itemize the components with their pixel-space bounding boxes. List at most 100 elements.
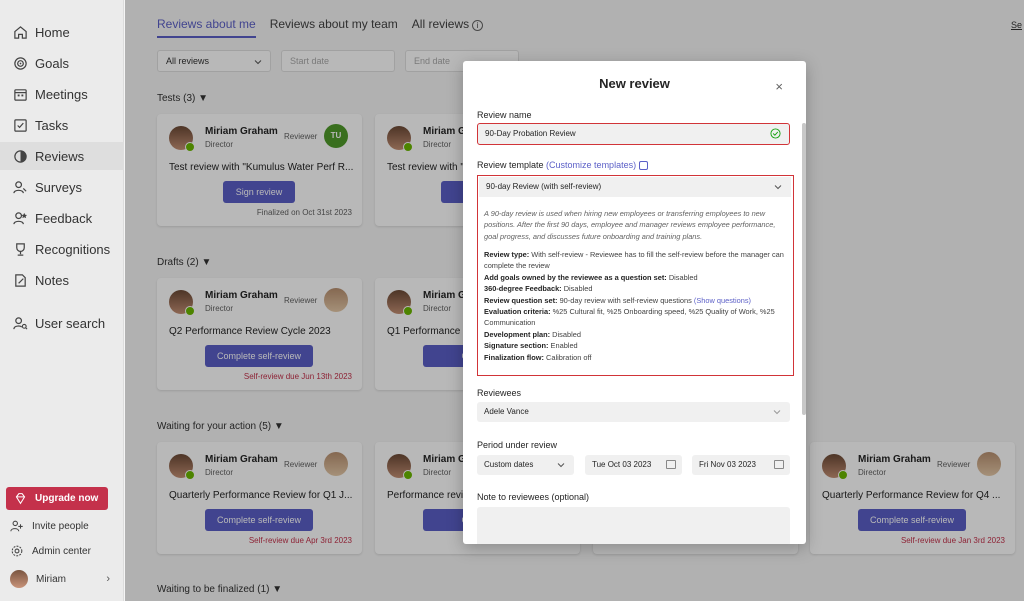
chevron-down-icon bbox=[774, 185, 782, 190]
invite-label: Invite people bbox=[32, 520, 89, 532]
review-name-value: 90-Day Probation Review bbox=[485, 129, 576, 138]
sidebar-item-label: Tasks bbox=[35, 117, 69, 133]
sidebar-item-goals[interactable]: Goals bbox=[0, 49, 124, 77]
sidebar-item-label: Home bbox=[35, 24, 70, 40]
detail-key: Finalization flow: bbox=[484, 353, 544, 362]
sidebar-item-label: Reviews bbox=[35, 148, 85, 164]
chevron-down-icon bbox=[557, 463, 565, 468]
sidebar-item-notes[interactable]: Notes bbox=[0, 266, 124, 294]
period-label: Period under review bbox=[477, 440, 558, 450]
end-date-picker[interactable]: Fri Nov 03 2023 bbox=[692, 455, 790, 475]
sidebar-item-label: Feedback bbox=[35, 210, 93, 226]
close-icon[interactable]: × bbox=[775, 79, 783, 94]
dev-plan-row: Development plan: Disabled bbox=[484, 329, 786, 340]
detail-value: Disabled bbox=[550, 330, 581, 339]
sidebar-item-feedback[interactable]: Feedback bbox=[0, 204, 124, 232]
checkmark-circle-icon bbox=[770, 128, 781, 139]
detail-value: Disabled bbox=[561, 284, 593, 293]
review-name-input[interactable]: 90-Day Probation Review bbox=[477, 123, 790, 145]
gear-icon bbox=[11, 545, 23, 557]
invite-people-button[interactable]: Invite people bbox=[10, 519, 89, 533]
sidebar-item-tasks[interactable]: Tasks bbox=[0, 111, 124, 139]
detail-value: Calibration off bbox=[543, 353, 592, 362]
detail-key: Review question set: bbox=[484, 296, 558, 305]
user-menu[interactable]: Miriam › bbox=[10, 570, 114, 588]
upgrade-button[interactable]: Upgrade now bbox=[6, 487, 108, 510]
detail-value: 90-day review with self-review questions bbox=[557, 296, 694, 305]
home-icon bbox=[12, 24, 28, 40]
new-review-dialog: New review × Review name 90-Day Probatio… bbox=[463, 61, 806, 544]
signature-row: Signature section: Enabled bbox=[484, 340, 786, 351]
question-set-row: Review question set: 90-day review with … bbox=[484, 295, 786, 306]
sidebar-item-user-search[interactable]: User search bbox=[0, 309, 124, 337]
sidebar-item-label: Recognitions bbox=[35, 241, 111, 257]
sidebar-item-label: Goals bbox=[35, 55, 69, 71]
reviewee-value: Adele Vance bbox=[484, 407, 529, 416]
template-dropdown[interactable]: 90-day Review (with self-review) bbox=[479, 177, 791, 197]
period-type-value: Custom dates bbox=[484, 460, 534, 469]
detail-key: Add goals owned by the reviewee as a que… bbox=[484, 273, 667, 282]
calendar-icon bbox=[12, 86, 28, 102]
detail-key: 360-degree Feedback: bbox=[484, 284, 562, 293]
detail-value: With self-review - Reviewee has to fill … bbox=[484, 250, 784, 271]
sidebar-item-label: Meetings bbox=[35, 86, 88, 102]
admin-center-button[interactable]: Admin center bbox=[10, 544, 91, 558]
end-date-value: Fri Nov 03 2023 bbox=[699, 460, 756, 469]
detail-value: Disabled bbox=[666, 273, 698, 282]
checkbox-icon bbox=[12, 117, 28, 133]
finalization-row: Finalization flow: Calibration off bbox=[484, 352, 786, 363]
chevron-down-icon bbox=[773, 410, 781, 415]
sidebar-item-label: Notes bbox=[35, 272, 69, 288]
diamond-icon bbox=[15, 493, 26, 505]
start-date-value: Tue Oct 03 2023 bbox=[592, 460, 652, 469]
sidebar-item-reviews[interactable]: Reviews bbox=[0, 142, 124, 170]
sidebar-item-recognitions[interactable]: Recognitions bbox=[0, 235, 124, 263]
upgrade-label: Upgrade now bbox=[35, 493, 99, 504]
feedback-icon bbox=[12, 210, 28, 226]
feedback-row: 360-degree Feedback: Disabled bbox=[484, 283, 786, 294]
sidebar: Home Goals Meetings Tasks Reviews Survey… bbox=[0, 0, 124, 601]
dialog-title: New review bbox=[599, 76, 670, 91]
reviews-icon bbox=[12, 148, 28, 164]
avatar bbox=[10, 570, 28, 588]
sidebar-item-label: User search bbox=[35, 315, 106, 331]
sidebar-item-home[interactable]: Home bbox=[0, 18, 124, 46]
review-type-row: Review type: With self-review - Reviewee… bbox=[484, 249, 786, 272]
criteria-row: Evaluation criteria: %25 Cultural fit, %… bbox=[484, 306, 786, 329]
calendar-icon bbox=[774, 460, 784, 469]
detail-key: Evaluation criteria: bbox=[484, 307, 551, 316]
notes-icon bbox=[12, 272, 28, 288]
start-date-picker[interactable]: Tue Oct 03 2023 bbox=[585, 455, 682, 475]
invite-icon bbox=[10, 520, 23, 532]
trophy-icon bbox=[12, 241, 28, 257]
reviewees-label: Reviewees bbox=[477, 388, 522, 398]
review-name-label: Review name bbox=[477, 110, 532, 120]
template-description: A 90-day review is used when hiring new … bbox=[484, 209, 776, 241]
detail-key: Signature section: bbox=[484, 341, 549, 350]
show-questions-link[interactable]: (Show questions) bbox=[694, 296, 751, 305]
note-label: Note to reviewees (optional) bbox=[477, 492, 590, 502]
detail-key: Review type: bbox=[484, 250, 530, 259]
customize-templates-link[interactable]: (Customize templates) bbox=[546, 160, 649, 171]
add-goals-row: Add goals owned by the reviewee as a que… bbox=[484, 272, 786, 283]
dialog-scrollbar[interactable] bbox=[802, 123, 806, 415]
sidebar-item-label: Surveys bbox=[35, 179, 82, 195]
detail-value: Enabled bbox=[548, 341, 578, 350]
template-section: 90-day Review (with self-review) A 90-da… bbox=[477, 175, 794, 376]
template-label-row: Review template (Customize templates) bbox=[477, 160, 649, 171]
sidebar-item-surveys[interactable]: Surveys bbox=[0, 173, 124, 201]
note-textarea[interactable] bbox=[477, 507, 790, 544]
user-label: Miriam bbox=[36, 573, 66, 585]
period-type-dropdown[interactable]: Custom dates bbox=[477, 455, 574, 475]
template-label: Review template bbox=[477, 160, 544, 170]
sidebar-item-meetings[interactable]: Meetings bbox=[0, 80, 124, 108]
surveys-icon bbox=[12, 179, 28, 195]
admin-label: Admin center bbox=[32, 545, 91, 557]
customize-templates-text: (Customize templates) bbox=[546, 160, 637, 170]
user-search-icon bbox=[12, 315, 28, 331]
chevron-right-icon: › bbox=[106, 573, 110, 585]
target-icon bbox=[12, 55, 28, 71]
calendar-icon bbox=[666, 460, 676, 469]
detail-key: Development plan: bbox=[484, 330, 551, 339]
reviewees-picker[interactable]: Adele Vance bbox=[477, 402, 790, 422]
